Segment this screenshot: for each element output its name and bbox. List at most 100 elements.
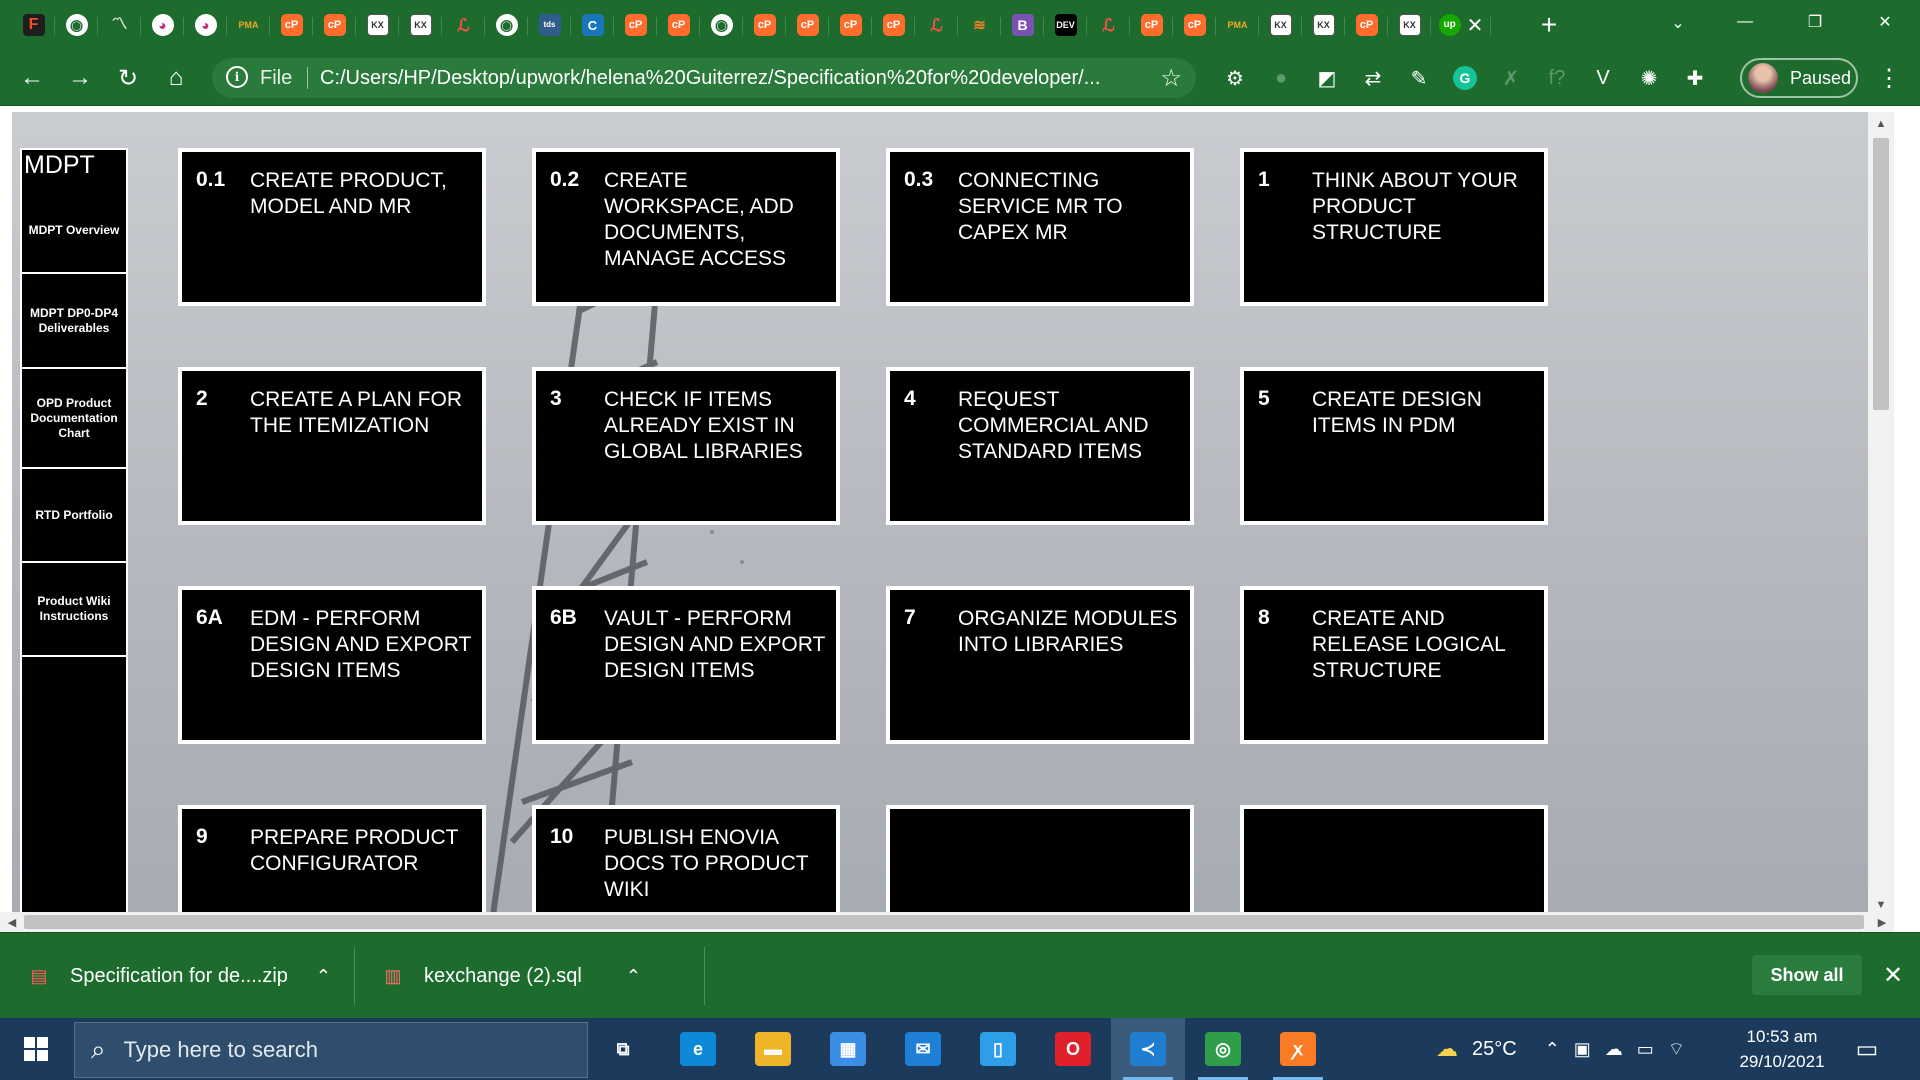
bug-extension-icon[interactable]: ✺ <box>1626 58 1672 98</box>
browser-tab-dev[interactable]: DEV <box>1044 4 1087 46</box>
address-bar[interactable]: i File C:/Users/HP/Desktop/upwork/helena… <box>212 58 1196 98</box>
sidebar-item-rtd-portfolio[interactable]: RTD Portfolio <box>22 469 126 563</box>
browser-tab-kx[interactable]: KX <box>356 4 399 46</box>
browser-tab-figma[interactable]: F <box>12 4 55 46</box>
browser-tab-bootstrap[interactable]: B <box>1001 4 1044 46</box>
horizontal-scrollbar[interactable]: ◀ ▶ <box>0 912 1894 932</box>
taskbar-app-task-view[interactable]: ⧉ <box>586 1018 660 1080</box>
step-tile-7[interactable]: 7 ORGANIZE MODULES INTO LIBRARIES <box>886 586 1194 744</box>
step-tile-6b[interactable]: 6B VAULT - PERFORM DESIGN AND EXPORT DESI… <box>532 586 840 744</box>
formula-extension-icon[interactable]: f? <box>1534 58 1580 98</box>
profile-button[interactable]: Paused <box>1740 58 1858 98</box>
browser-tab-cpanel[interactable]: cP <box>313 4 356 46</box>
battery-icon[interactable]: ▭ <box>1637 1039 1654 1060</box>
step-tile-3[interactable]: 3 CHECK IF ITEMS ALREADY EXIST IN GLOBAL … <box>532 367 840 525</box>
restore-button[interactable]: ❐ <box>1780 0 1850 44</box>
taskbar-app-opera[interactable]: O <box>1036 1018 1110 1080</box>
reload-button[interactable]: ↻ <box>110 60 146 96</box>
step-tile-5[interactable]: 5 CREATE DESIGN ITEMS IN PDM <box>1240 367 1548 525</box>
sidebar-item-opd-chart[interactable]: OPD Product Documentation Chart <box>22 369 126 469</box>
taskbar-app-phone-app[interactable]: ▯ <box>961 1018 1035 1080</box>
taskbar-app-mail[interactable]: ✉ <box>886 1018 960 1080</box>
step-tile-0-2[interactable]: 0.2 CREATE WORKSPACE, ADD DOCUMENTS, MANA… <box>532 148 840 306</box>
taskbar-app-microsoft-store[interactable]: ▦ <box>811 1018 885 1080</box>
step-tile-4[interactable]: 4 REQUEST COMMERCIAL AND STANDARD ITEMS <box>886 367 1194 525</box>
step-tile-1[interactable]: 1 THINK ABOUT YOUR PRODUCT STRUCTURE <box>1240 148 1548 306</box>
step-tile-0-1[interactable]: 0.1 CREATE PRODUCT, MODEL AND MR <box>178 148 486 306</box>
browser-tab-laravel[interactable]: ℒ <box>442 4 485 46</box>
vue-extension-icon[interactable]: V <box>1580 58 1626 98</box>
close-downloads-icon[interactable]: ✕ <box>1878 959 1908 991</box>
minimize-button[interactable]: — <box>1710 0 1780 44</box>
step-tile-9[interactable]: 9 PREPARE PRODUCT CONFIGURATOR <box>178 805 486 912</box>
browser-tab-phpmyadmin[interactable]: PMA <box>1216 4 1259 46</box>
wifi-icon[interactable]: ⌔ <box>1668 1038 1685 1061</box>
scroll-down-icon[interactable]: ▼ <box>1868 893 1894 912</box>
browser-tab-stackoverflow[interactable]: ≋ <box>958 4 1001 46</box>
browser-tab-cpanel[interactable]: cP <box>1345 4 1388 46</box>
gear-extension-icon[interactable]: ⚙ <box>1212 58 1258 98</box>
taskbar-app-edge[interactable]: e <box>661 1018 735 1080</box>
browser-tab-kx[interactable]: KX <box>399 4 442 46</box>
dim-extension-icon[interactable]: ● <box>1258 58 1304 98</box>
bookmark-star-icon[interactable]: ☆ <box>1160 64 1182 93</box>
browser-tab-cpanel[interactable]: cP <box>1173 4 1216 46</box>
pen-extension-icon[interactable]: ✎ <box>1396 58 1442 98</box>
vertical-scroll-thumb[interactable] <box>1873 138 1889 410</box>
browser-tab-cpanel[interactable]: cP <box>1130 4 1173 46</box>
chevron-up-icon[interactable]: ⌃ <box>626 966 641 987</box>
scroll-right-icon[interactable]: ▶ <box>1870 912 1894 932</box>
close-tab-icon[interactable]: ✕ <box>1467 13 1484 38</box>
close-window-button[interactable]: ✕ <box>1850 0 1920 44</box>
taskbar-search-box[interactable]: ⌕ Type here to search <box>74 1022 588 1078</box>
back-button[interactable]: ← <box>14 60 50 96</box>
browser-tab-phpmyadmin[interactable]: PMA <box>227 4 270 46</box>
vertical-scrollbar[interactable]: ▲ ▼ <box>1868 112 1894 912</box>
scroll-left-icon[interactable]: ◀ <box>0 912 24 932</box>
browser-tab-upwork[interactable]: up ✕ <box>1431 4 1491 46</box>
weather-temperature[interactable]: 25°C <box>1472 1038 1517 1061</box>
sync-extension-icon[interactable]: ⇄ <box>1350 58 1396 98</box>
browser-tab-pink-app[interactable]: ◕ <box>141 4 184 46</box>
browser-tab-cpanel[interactable]: cP <box>743 4 786 46</box>
tray-overflow-icon[interactable]: ⌃ <box>1545 1039 1560 1060</box>
browser-tab-cpanel[interactable]: cP <box>270 4 313 46</box>
onedrive-icon[interactable]: ☁ <box>1605 1039 1623 1060</box>
step-tile-8[interactable]: 8 CREATE AND RELEASE LOGICAL STRUCTURE <box>1240 586 1548 744</box>
new-tab-button[interactable]: + <box>1532 8 1566 42</box>
meet-now-icon[interactable]: ▣ <box>1574 1039 1591 1060</box>
taskbar-app-file-explorer[interactable]: ▬ <box>736 1018 810 1080</box>
browser-tab-kx[interactable]: KX <box>1302 4 1345 46</box>
browser-tab-kx[interactable]: KX <box>1388 4 1431 46</box>
download-item[interactable]: ▥ kexchange (2).sql ⌃ <box>382 933 641 1019</box>
step-tile-6a[interactable]: 6A EDM - PERFORM DESIGN AND EXPORT DESIGN… <box>178 586 486 744</box>
info-icon[interactable]: i <box>226 66 248 88</box>
taskbar-app-chrome[interactable]: ◎ <box>1186 1018 1260 1080</box>
start-button[interactable] <box>0 1018 72 1080</box>
browser-tab-globe[interactable]: ◉ <box>55 4 98 46</box>
eraser-extension-icon[interactable]: ◩ <box>1304 58 1350 98</box>
browser-tab-c-app[interactable]: C <box>571 4 614 46</box>
sidebar-item-mdpt-overview[interactable]: MDPT Overview <box>22 188 126 274</box>
weather-icon[interactable]: ☁ <box>1436 1036 1458 1062</box>
chevron-up-icon[interactable]: ⌃ <box>316 966 331 987</box>
browser-tab-globe[interactable]: ◉ <box>700 4 743 46</box>
puzzle-extension-icon[interactable]: ✚ <box>1672 58 1718 98</box>
browser-tab-cpanel[interactable]: cP <box>829 4 872 46</box>
browser-tab-analytics[interactable]: 〽 <box>98 4 141 46</box>
sidebar-item-product-wiki[interactable]: Product Wiki Instructions <box>22 563 126 657</box>
sidebar-item-mdpt-deliverables[interactable]: MDPT DP0-DP4 Deliverables <box>22 274 126 369</box>
download-item[interactable]: ▤ Specification for de....zip ⌃ <box>28 933 331 1019</box>
browser-tab-kx[interactable]: KX <box>1259 4 1302 46</box>
url-text[interactable]: C:/Users/HP/Desktop/upwork/helena%20Guit… <box>320 67 1140 90</box>
clock[interactable]: 10:53 am 29/10/2021 <box>1730 1024 1834 1074</box>
horizontal-scroll-thumb[interactable] <box>24 915 1864 929</box>
step-tile-empty[interactable] <box>1240 805 1548 912</box>
browser-tab-tds[interactable]: tds <box>528 4 571 46</box>
step-tile-2[interactable]: 2 CREATE A PLAN FOR THE ITEMIZATION <box>178 367 486 525</box>
step-tile-10[interactable]: 10 PUBLISH ENOVIA DOCS TO PRODUCT WIKI <box>532 805 840 912</box>
browser-tab-cpanel[interactable]: cP <box>614 4 657 46</box>
browser-tab-cpanel[interactable]: cP <box>657 4 700 46</box>
notification-center-icon[interactable]: ▭ <box>1850 1032 1884 1066</box>
browser-tab-globe[interactable]: ◉ <box>485 4 528 46</box>
